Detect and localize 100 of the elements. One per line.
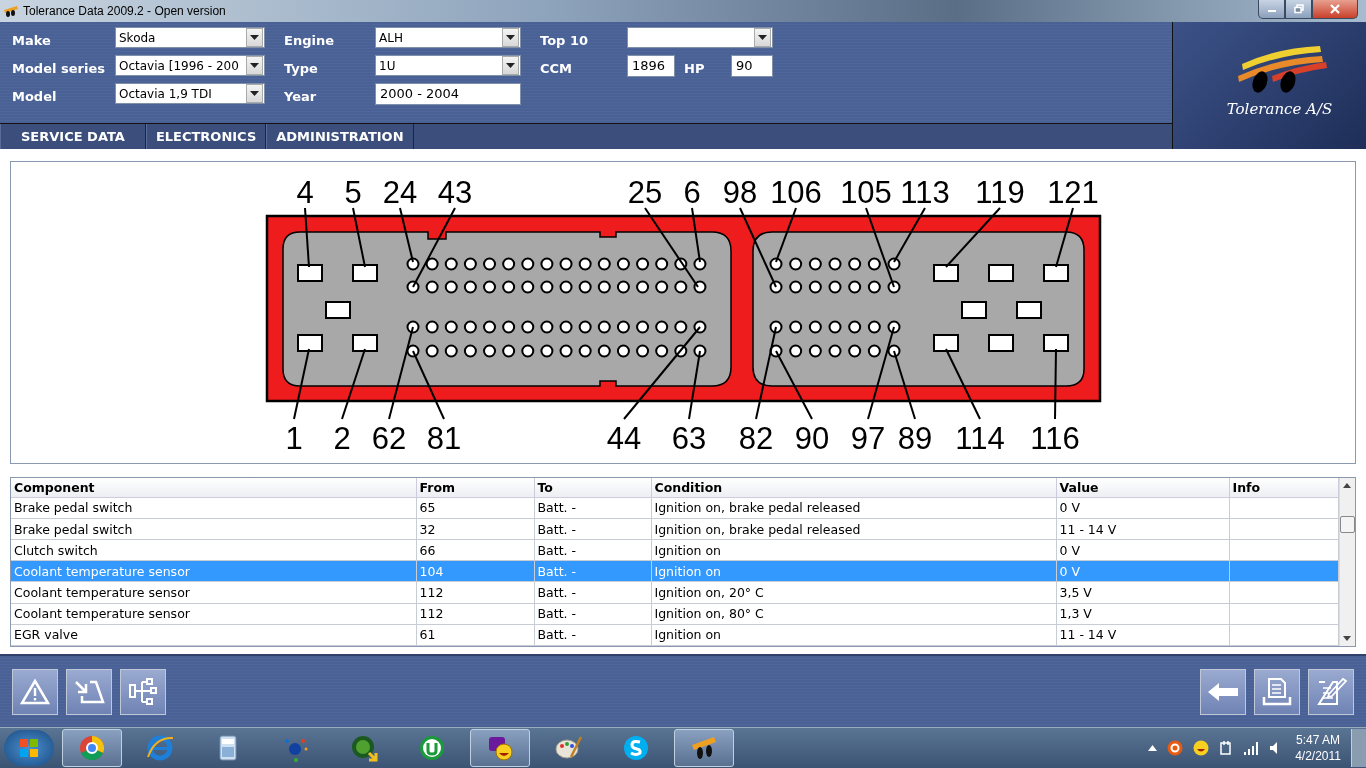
window-title: Tolerance Data 2009.2 - Open version — [23, 3, 226, 18]
table-row[interactable]: Coolant temperature sensor 112 Batt. - Ignition on, 20° C 3,5 V — [11, 581, 1338, 604]
arrow-button[interactable] — [66, 668, 112, 715]
show-desktop-button[interactable] — [1351, 729, 1366, 768]
pin-number: 25 — [627, 174, 663, 210]
column-header[interactable]: From — [416, 477, 534, 498]
field-label: Make — [12, 32, 52, 49]
taskbar-app-button[interactable] — [674, 729, 734, 768]
table-row[interactable]: Brake pedal switch 32 Batt. - Ignition on, brake pedal released 11 - 14 V — [11, 518, 1338, 540]
text-field[interactable]: 1896 — [627, 54, 675, 77]
leader-line — [304, 206, 310, 268]
table-cell: 3,5 V — [1056, 581, 1229, 604]
close-icon — [1328, 4, 1342, 14]
field-label: CCM — [540, 60, 574, 77]
column-header[interactable]: Component — [11, 477, 416, 498]
table-cell: 61 — [416, 624, 534, 646]
edit-button[interactable] — [1308, 668, 1354, 715]
table-cell: Coolant temperature sensor — [11, 603, 416, 625]
menu-tab[interactable]: ADMINISTRATION — [266, 123, 414, 149]
text-field[interactable]: 90 — [731, 54, 773, 77]
table-cell: Ignition on — [651, 539, 1056, 561]
up-arrow-icon[interactable] — [1343, 482, 1352, 488]
scroll-thumb[interactable] — [1339, 515, 1355, 533]
table-cell: Brake pedal switch — [11, 497, 416, 519]
table-cell: Ignition on, brake pedal released — [651, 497, 1056, 519]
app-icon — [3, 3, 19, 18]
table-row[interactable]: EGR valve 61 Batt. - Ignition on 11 - 14 V — [11, 624, 1338, 646]
dropdown-field[interactable]: 1U — [375, 55, 521, 77]
column-header[interactable]: Info — [1229, 477, 1338, 498]
dropdown-field[interactable] — [627, 27, 773, 49]
table-cell: Batt. - — [534, 539, 651, 561]
table-cell: Brake pedal switch — [11, 518, 416, 540]
tray-arrow-icon[interactable] — [1148, 745, 1158, 752]
print-button[interactable] — [1254, 668, 1300, 715]
signal-bars-icon[interactable] — [1243, 741, 1260, 756]
speaker-icon[interactable] — [1269, 741, 1280, 756]
table-cell: Ignition on, brake pedal released — [651, 518, 1056, 540]
leader-line — [412, 349, 445, 420]
table-cell: Batt. - — [534, 581, 651, 604]
power-plug-icon[interactable] — [1219, 740, 1234, 757]
table-cell: Batt. - — [534, 603, 651, 625]
restore-button[interactable] — [1285, 0, 1312, 19]
dropdown-field[interactable]: ALH — [375, 27, 521, 49]
table-cell: 65 — [416, 497, 534, 519]
back-button[interactable] — [1200, 668, 1246, 715]
menu-tab[interactable]: ELECTRONICS — [145, 123, 267, 149]
table-cell: 0 V — [1056, 539, 1229, 561]
table-row[interactable]: Coolant temperature sensor 112 Batt. - Ignition on, 80° C 1,3 V — [11, 603, 1338, 625]
tray-app-icon[interactable] — [1167, 740, 1184, 757]
pin-number: 106 — [770, 174, 822, 210]
column-header[interactable]: Value — [1056, 477, 1229, 498]
pin-number: 82 — [738, 420, 774, 456]
column-header[interactable]: Condition — [651, 477, 1056, 498]
pin-number: 105 — [840, 174, 892, 210]
clock-date: 4/2/2011 — [1295, 748, 1341, 765]
smiley-icon[interactable] — [1193, 740, 1210, 757]
table-cell: 11 - 14 V — [1056, 624, 1229, 646]
pin-number: 90 — [794, 420, 830, 456]
leader-line — [352, 206, 366, 268]
table-cell: Ignition on, 80° C — [651, 603, 1056, 625]
warning-button[interactable] — [12, 668, 58, 715]
pin-number: 97 — [850, 420, 886, 456]
field-label: Engine — [284, 32, 335, 49]
pin-number: 89 — [897, 420, 933, 456]
edit-icon — [1315, 675, 1347, 708]
pin-number: 113 — [900, 174, 950, 210]
leader-line — [945, 206, 1001, 268]
taskbar-app-button[interactable] — [470, 729, 530, 768]
taskbar-app-button[interactable] — [62, 729, 122, 768]
pin-number: 4 — [296, 174, 314, 210]
table-cell: EGR valve — [11, 624, 416, 646]
start-button[interactable] — [4, 730, 54, 767]
table-cell: Coolant temperature sensor — [11, 581, 416, 604]
tree-diagram-button[interactable] — [120, 668, 166, 715]
field-label: Model series — [12, 60, 106, 77]
down-arrow-icon[interactable] — [1343, 635, 1352, 641]
dropdown-field[interactable]: Skoda — [115, 27, 265, 49]
minimize-button[interactable] — [1258, 0, 1285, 19]
dropdown-field[interactable]: Octavia 1,9 TDI — [115, 83, 265, 105]
logo-text: Tolerance A/S — [1226, 99, 1333, 118]
pin-number: 63 — [671, 420, 707, 456]
pin-number: 121 — [1047, 174, 1099, 210]
text-field[interactable]: 2000 - 2004 — [375, 82, 521, 105]
table-cell: Clutch switch — [11, 539, 416, 561]
column-header[interactable]: To — [534, 477, 651, 498]
table-cell: Batt. - — [534, 518, 651, 540]
clock[interactable]: 5:47 AM 4/2/2011 — [1295, 732, 1341, 765]
left-arrow-icon — [1206, 680, 1240, 703]
table-row[interactable]: Clutch switch 66 Batt. - Ignition on 0 V — [11, 539, 1338, 561]
field-label: Type — [284, 60, 319, 77]
table-row[interactable]: Brake pedal switch 65 Batt. - Ignition on, brake pedal released 0 V — [11, 497, 1338, 519]
dropdown-field[interactable]: Octavia [1996 - 200 — [115, 55, 265, 77]
table-cell: 11 - 14 V — [1056, 518, 1229, 540]
close-button[interactable] — [1312, 0, 1358, 19]
pin-number: 98 — [722, 174, 758, 210]
pin-number: 81 — [426, 420, 462, 456]
pin-number: 116 — [1030, 420, 1080, 456]
menu-tab[interactable]: SERVICE DATA — [0, 123, 146, 149]
pin-number: 2 — [333, 420, 351, 456]
pin-number: 44 — [606, 420, 642, 456]
